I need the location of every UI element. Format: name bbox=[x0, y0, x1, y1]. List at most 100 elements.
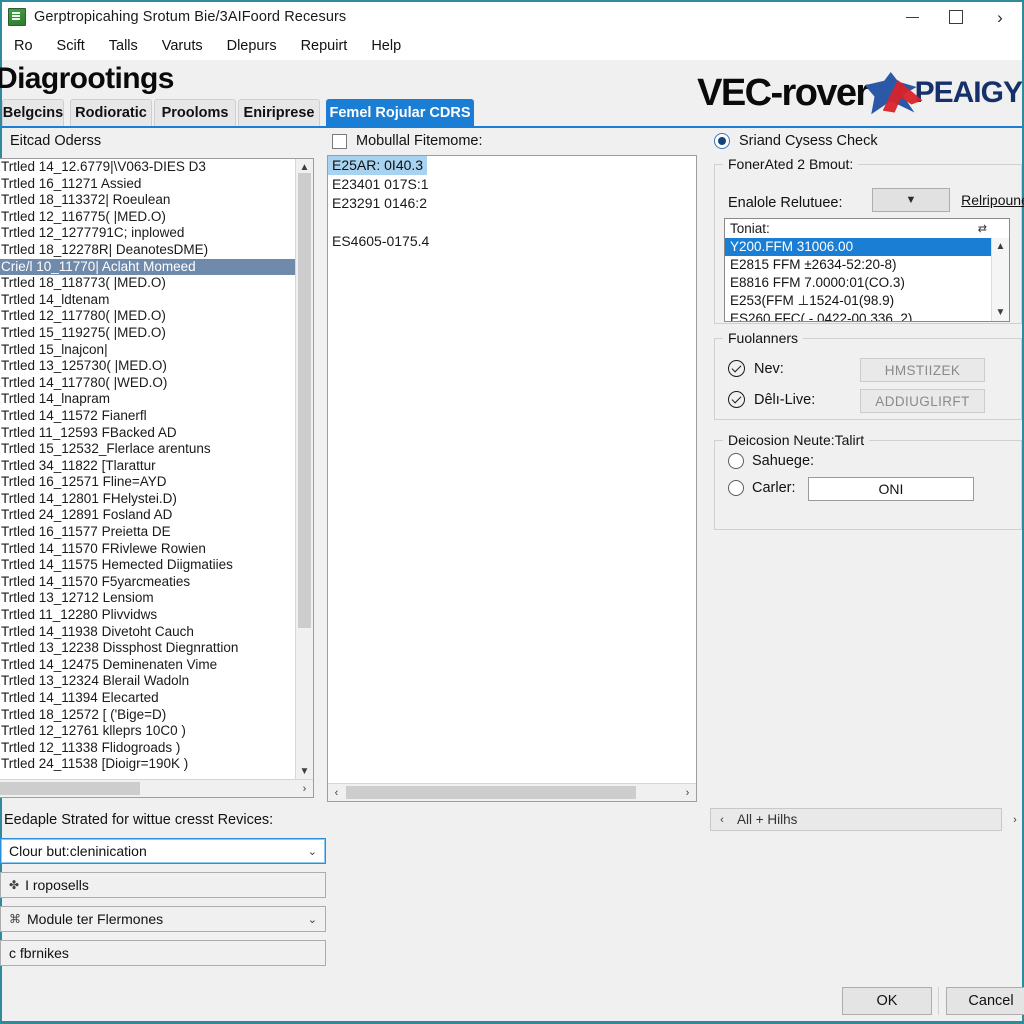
left-list-item[interactable]: Trtled 14_117780( |WED.O) bbox=[0, 375, 296, 392]
middle-list-item[interactable]: E23291 0146:2 bbox=[328, 194, 696, 213]
serial-access-check-radio-row[interactable]: Sriand Cysess Check bbox=[714, 133, 878, 149]
left-list-item[interactable]: Trtled 12_116775( |MED.O) bbox=[0, 209, 296, 226]
dropdown-item[interactable]: Y200.FFM 31006.00 bbox=[725, 238, 992, 256]
tab-eniriprese[interactable]: Eniriprese bbox=[238, 99, 320, 126]
dropdown-vertical-scrollbar[interactable]: ▲ ▼ bbox=[991, 238, 1009, 321]
left-list-item[interactable]: Trtled 24_11538 [Dioigr=190K ) bbox=[0, 756, 296, 773]
retrieve-dropdown-button[interactable]: ▼ bbox=[872, 188, 950, 212]
menu-item-6[interactable]: Help bbox=[359, 35, 413, 57]
scroll-down-icon[interactable]: ▼ bbox=[296, 763, 313, 780]
left-list-item[interactable]: Trtled 18_118773( |MED.O) bbox=[0, 275, 296, 292]
left-list-item[interactable]: Trtled 14_11394 Elecarted bbox=[0, 690, 296, 707]
left-list-item[interactable]: Trtled 13_125730( |MED.O) bbox=[0, 358, 296, 375]
middle-list-item[interactable]: ES4605-0175.4 bbox=[328, 232, 696, 251]
left-list-item[interactable]: Trtled 14_12.6779|\V063-DIES D3 bbox=[0, 159, 296, 176]
tab-femel-rojular-cdrs[interactable]: Femel Rojular CDRS bbox=[326, 99, 474, 126]
dropdown-item[interactable]: E253(FFM ⊥1524-01(98.9) bbox=[725, 292, 992, 310]
left-list-item[interactable]: Trtled 15_12532_Flerlace arentuns bbox=[0, 441, 296, 458]
left-list-box[interactable]: Trtled 14_12.6779|\V063-DIES D3 Trtled 16… bbox=[0, 158, 314, 798]
middle-list-item[interactable] bbox=[328, 213, 696, 232]
maximize-button[interactable] bbox=[934, 2, 978, 32]
scroll-left-icon[interactable]: ‹ bbox=[328, 784, 345, 801]
dropdown-item[interactable]: E8816 FFM 7.0000:01(CO.3) bbox=[725, 274, 992, 292]
left-list-item[interactable]: Trtled 16_12571 Fline=AYD bbox=[0, 474, 296, 491]
left-list-item[interactable]: Trtled 14_11572 Fianerfl bbox=[0, 408, 296, 425]
left-list-item[interactable]: Trtled 18_12572 [ ('Bige=D) bbox=[0, 707, 296, 724]
left-list-item[interactable]: Trtled 14_12801 FHelystei.D) bbox=[0, 491, 296, 508]
menu-item-2[interactable]: Talls bbox=[97, 35, 150, 57]
relripoune-link-button[interactable]: Relripoune bbox=[956, 189, 1024, 211]
left-list-item[interactable]: Trtled 14_ldtenam bbox=[0, 292, 296, 309]
pager-next-icon[interactable]: › bbox=[1006, 808, 1024, 831]
planners-row-dellive[interactable]: Dêlı‐Live: bbox=[728, 391, 815, 408]
menu-item-0[interactable]: Ro bbox=[2, 35, 45, 57]
cancel-button[interactable]: Cancel bbox=[946, 987, 1024, 1015]
left-list-item[interactable]: Trtled 13_12324 Blerail Wadoln bbox=[0, 673, 296, 690]
menu-item-5[interactable]: Repuirt bbox=[289, 35, 360, 57]
left-list-item[interactable]: Trtled 14_11575 Hemected Diigmatiies bbox=[0, 557, 296, 574]
device-select-combo[interactable]: Clour but:cleninication ⌄ bbox=[0, 838, 326, 864]
left-list-item[interactable]: Trtled 11_12593 FBacked AD bbox=[0, 425, 296, 442]
left-list-item[interactable]: Trtled 12_1277791C; inplowed bbox=[0, 225, 296, 242]
left-list-item[interactable]: Trtled 15_lnajcon| bbox=[0, 342, 296, 359]
middle-list-item[interactable]: E25AR: 0I40.3 bbox=[328, 156, 428, 175]
tab-belgcins[interactable]: Belgcins bbox=[2, 99, 64, 126]
menu-item-4[interactable]: Dlepurs bbox=[215, 35, 289, 57]
planners-row-nev[interactable]: Nev: bbox=[728, 360, 784, 377]
dropdown-item[interactable]: E2815 FFM ±2634-52:20-8) bbox=[725, 256, 992, 274]
middle-list-item[interactable]: E23401 017S:1 bbox=[328, 175, 696, 194]
left-list-item[interactable]: Trtled 15_119275( |MED.O) bbox=[0, 325, 296, 342]
vertical-scroll-thumb[interactable] bbox=[298, 173, 311, 628]
horizontal-scroll-thumb[interactable] bbox=[0, 782, 140, 795]
module-extreme-checkbox-row[interactable]: Mobullal Fitemome: bbox=[332, 133, 483, 149]
left-list-item[interactable]: Trtled 13_12238 Dissphost Diegnrattion bbox=[0, 640, 296, 657]
left-horizontal-scrollbar[interactable]: ‹ › bbox=[0, 779, 313, 797]
radio-button-icon[interactable] bbox=[728, 480, 744, 496]
scroll-down-icon[interactable]: ▼ bbox=[992, 304, 1009, 321]
pager-previous-icon[interactable]: ‹ bbox=[711, 814, 733, 826]
left-list-item[interactable]: Trtled 16_11577 Preietta DE bbox=[0, 524, 296, 541]
radio-button-icon[interactable] bbox=[728, 453, 744, 469]
check-circle-icon[interactable] bbox=[728, 360, 745, 377]
radio-button-icon[interactable] bbox=[714, 133, 730, 149]
checkbox-icon[interactable] bbox=[332, 133, 347, 149]
left-list-item[interactable]: Trtled 18_113372| Roeulean bbox=[0, 192, 296, 209]
left-list-item[interactable]: Trtled 12_12761 klleprs 10C0 ) bbox=[0, 723, 296, 740]
left-list-item[interactable]: Crie/l 10_11770| Aclaht Momeed bbox=[0, 258, 296, 276]
minimize-button[interactable] bbox=[890, 2, 934, 32]
scroll-up-icon[interactable]: ▲ bbox=[992, 238, 1009, 255]
dropdown-header[interactable]: Toniat: ⇄ bbox=[725, 219, 1009, 239]
left-list-item[interactable]: Trtled 11_12280 Plivvidws bbox=[0, 607, 296, 624]
left-list-item[interactable]: Trtled 14_11570 FRivlewe Rowien bbox=[0, 541, 296, 558]
results-pager[interactable]: ‹ All + Hilhs bbox=[710, 808, 1002, 831]
left-list-item[interactable]: Trtled 13_12712 Lensiom bbox=[0, 590, 296, 607]
left-list-item[interactable]: Trtled 16_11271 Assied bbox=[0, 176, 296, 193]
decision-row-carler[interactable]: Carler: bbox=[728, 480, 796, 496]
format-dropdown-popup[interactable]: Toniat: ⇄ Y200.FFM 31006.00 E2815 FFM ±26… bbox=[724, 218, 1010, 322]
left-list-item[interactable]: Trtled 12_117780( |MED.O) bbox=[0, 308, 296, 325]
tab-prooloms[interactable]: Prooloms bbox=[154, 99, 236, 126]
tab-rodioratic[interactable]: Rodioratic bbox=[70, 99, 152, 126]
proposals-field[interactable]: ✤ I roposells bbox=[0, 872, 326, 898]
left-list-item[interactable]: Trtled 14_12475 Deminenaten Vime bbox=[0, 657, 296, 674]
left-list-item[interactable]: Trtled 24_12891 Fosland AD bbox=[0, 507, 296, 524]
decision-row-salvage[interactable]: Sahuege: bbox=[728, 453, 814, 469]
decision-row-carler-value[interactable]: ONI bbox=[808, 477, 974, 501]
left-list-item[interactable]: Trtled 14_11570 F5yarcmeaties bbox=[0, 574, 296, 591]
horizontal-scroll-thumb[interactable] bbox=[346, 786, 636, 799]
middle-list-box[interactable]: E25AR: 0I40.3 E23401 017S:1 E23291 0146:2 … bbox=[327, 155, 697, 802]
left-list-item[interactable]: Trtled 14_lnapram bbox=[0, 391, 296, 408]
middle-horizontal-scrollbar[interactable]: ‹ › bbox=[328, 783, 696, 801]
left-list-item[interactable]: Trtled 18_12278R| DeanotesDME) bbox=[0, 242, 296, 259]
check-circle-icon[interactable] bbox=[728, 391, 745, 408]
ok-button[interactable]: OK bbox=[842, 987, 932, 1015]
menu-item-3[interactable]: Varuts bbox=[150, 35, 215, 57]
module-hormones-combo[interactable]: ⌘ Module ter Flermones ⌄ bbox=[0, 906, 326, 932]
firmwares-field[interactable]: c fbrnikes bbox=[0, 940, 326, 966]
left-list-item[interactable]: Trtled 34_11822 [Tlarattur bbox=[0, 458, 296, 475]
scroll-right-icon[interactable]: › bbox=[679, 784, 696, 801]
scroll-right-icon[interactable]: › bbox=[296, 780, 313, 797]
dropdown-item[interactable]: ES260 FFC( - 0422-00.336_2) bbox=[725, 310, 992, 321]
sort-icon[interactable]: ⇄ bbox=[978, 222, 987, 235]
left-list-item[interactable]: Trtled 12_11338 Flidogroads ) bbox=[0, 740, 296, 757]
